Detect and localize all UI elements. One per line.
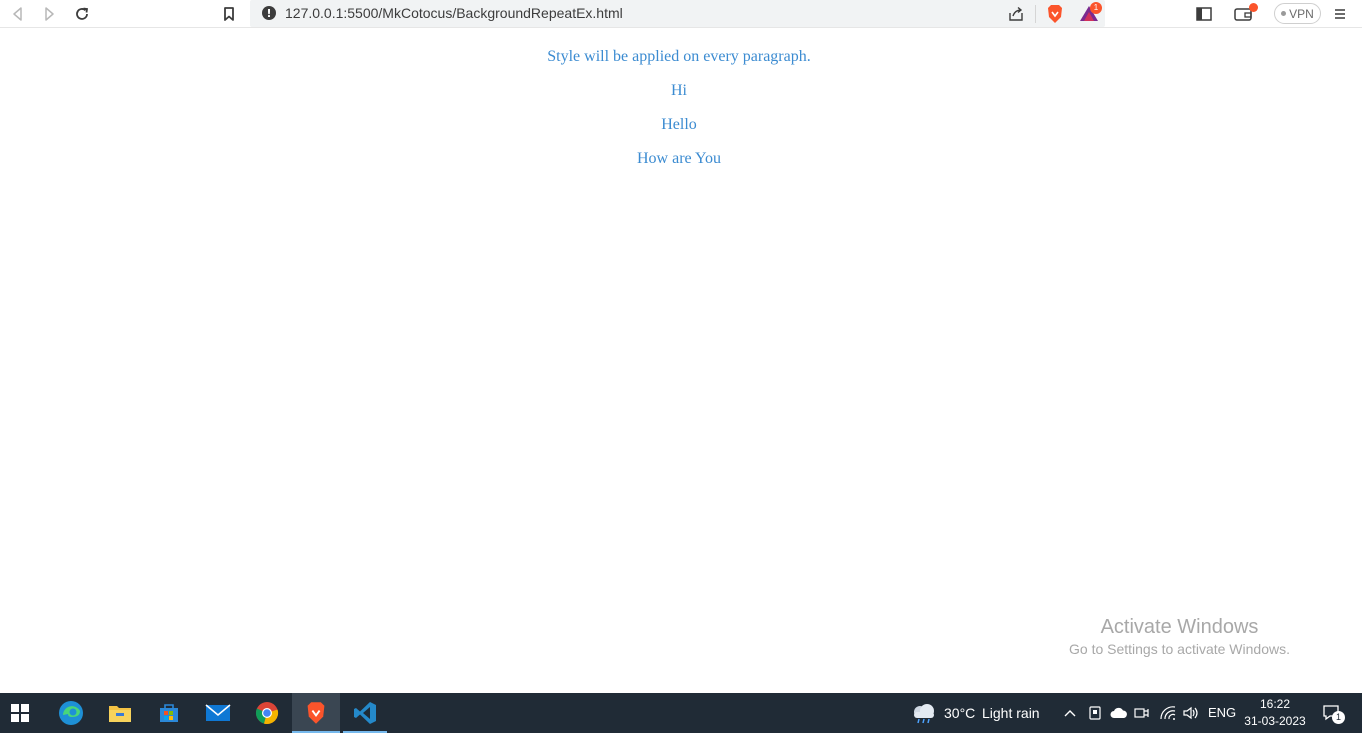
- tray-power[interactable]: [1132, 693, 1154, 733]
- share-button[interactable]: [1005, 3, 1027, 25]
- address-bar[interactable]: ! 127.0.0.1:5500/MkCotocus/BackgroundRep…: [250, 0, 1105, 27]
- tray-wifi[interactable]: [1157, 693, 1179, 733]
- hamburger-menu-icon: [1335, 9, 1345, 19]
- action-center-button[interactable]: 1: [1318, 693, 1346, 733]
- brave-rewards-button[interactable]: 1: [1078, 2, 1102, 25]
- start-button[interactable]: [0, 693, 40, 733]
- wifi-icon: [1160, 706, 1176, 720]
- taskbar-mail[interactable]: [196, 693, 240, 733]
- wallet-button[interactable]: [1233, 3, 1258, 25]
- back-button[interactable]: [7, 3, 29, 25]
- store-icon: [160, 704, 178, 722]
- tray-volume[interactable]: [1180, 693, 1202, 733]
- sidebar-icon: [1196, 7, 1212, 21]
- taskbar-edge[interactable]: [49, 693, 93, 733]
- vpn-button[interactable]: VPN: [1274, 3, 1321, 24]
- onedrive-cloud-icon: [1110, 707, 1127, 718]
- watermark-title: Activate Windows: [1100, 616, 1259, 638]
- paragraph-1: Style will be applied on every paragraph…: [547, 48, 811, 65]
- vpn-status-dot: [1281, 11, 1287, 16]
- taskbar-chrome[interactable]: [245, 693, 289, 733]
- weather-widget-icon-wrap[interactable]: [908, 693, 940, 733]
- taskbar-brave[interactable]: [292, 693, 340, 733]
- input-language[interactable]: ENG: [1208, 705, 1236, 720]
- chrome-icon: [255, 702, 279, 725]
- show-hidden-icons-button[interactable]: [1060, 693, 1080, 733]
- reload-icon: [76, 7, 89, 20]
- rewards-badge: 1: [1090, 2, 1102, 14]
- url-text: 127.0.0.1:5500/MkCotocus/BackgroundRepea…: [285, 5, 623, 21]
- tray-meet-now[interactable]: [1084, 693, 1106, 733]
- mail-icon: [205, 704, 231, 721]
- brave-icon: [307, 702, 325, 724]
- file-explorer-icon: [109, 706, 131, 722]
- clock-date: 31-03-2023: [1244, 714, 1306, 728]
- back-icon: [13, 7, 22, 21]
- notification-count-badge: 1: [1332, 711, 1345, 724]
- windows-start-icon: [11, 704, 29, 722]
- speaker-icon: [1183, 706, 1198, 720]
- menu-button[interactable]: [1329, 3, 1351, 25]
- rain-cloud-icon: [914, 704, 934, 724]
- windows-taskbar: 30°C Light rain ENG 16:22 31-03-2023 1: [0, 693, 1362, 733]
- toolbar-divider: [1035, 5, 1036, 23]
- edge-icon: [59, 701, 83, 725]
- site-info-icon[interactable]: !: [262, 6, 276, 20]
- tray-onedrive[interactable]: [1108, 693, 1130, 733]
- bookmark-icon: [224, 7, 234, 21]
- share-icon: [1009, 6, 1023, 21]
- forward-button[interactable]: [38, 3, 60, 25]
- browser-toolbar: ! 127.0.0.1:5500/MkCotocus/BackgroundRep…: [0, 0, 1362, 28]
- taskbar-clock[interactable]: 16:22 31-03-2023: [1240, 696, 1310, 730]
- taskbar-file-explorer[interactable]: [98, 693, 142, 733]
- power-plug-icon: [1134, 708, 1149, 718]
- paragraph-3: Hello: [661, 116, 697, 133]
- web-page-content: Style will be applied on every paragraph…: [0, 33, 1362, 693]
- paragraph-2: Hi: [671, 82, 687, 99]
- bookmark-button[interactable]: [218, 3, 240, 25]
- brave-shields-button[interactable]: [1044, 3, 1066, 25]
- brave-lion-icon: [1048, 5, 1062, 23]
- sidebar-button[interactable]: [1193, 3, 1215, 25]
- meet-now-icon: [1089, 706, 1101, 720]
- taskbar-vscode[interactable]: [343, 693, 387, 733]
- weather-temp[interactable]: 30°C: [944, 705, 975, 721]
- paragraph-4: How are You: [637, 150, 721, 167]
- reload-button[interactable]: [71, 3, 93, 25]
- weather-desc[interactable]: Light rain: [982, 705, 1040, 721]
- taskbar-store[interactable]: [147, 693, 191, 733]
- activate-windows-watermark: Activate Windows Go to Settings to activ…: [1069, 615, 1290, 659]
- chevron-up-icon: [1064, 710, 1076, 717]
- clock-time: 16:22: [1259, 697, 1291, 711]
- wallet-notification-dot: [1249, 3, 1258, 12]
- vpn-label: VPN: [1289, 6, 1314, 21]
- vscode-icon: [354, 702, 376, 724]
- watermark-subtitle: Go to Settings to activate Windows.: [1069, 641, 1290, 657]
- forward-icon: [45, 7, 54, 21]
